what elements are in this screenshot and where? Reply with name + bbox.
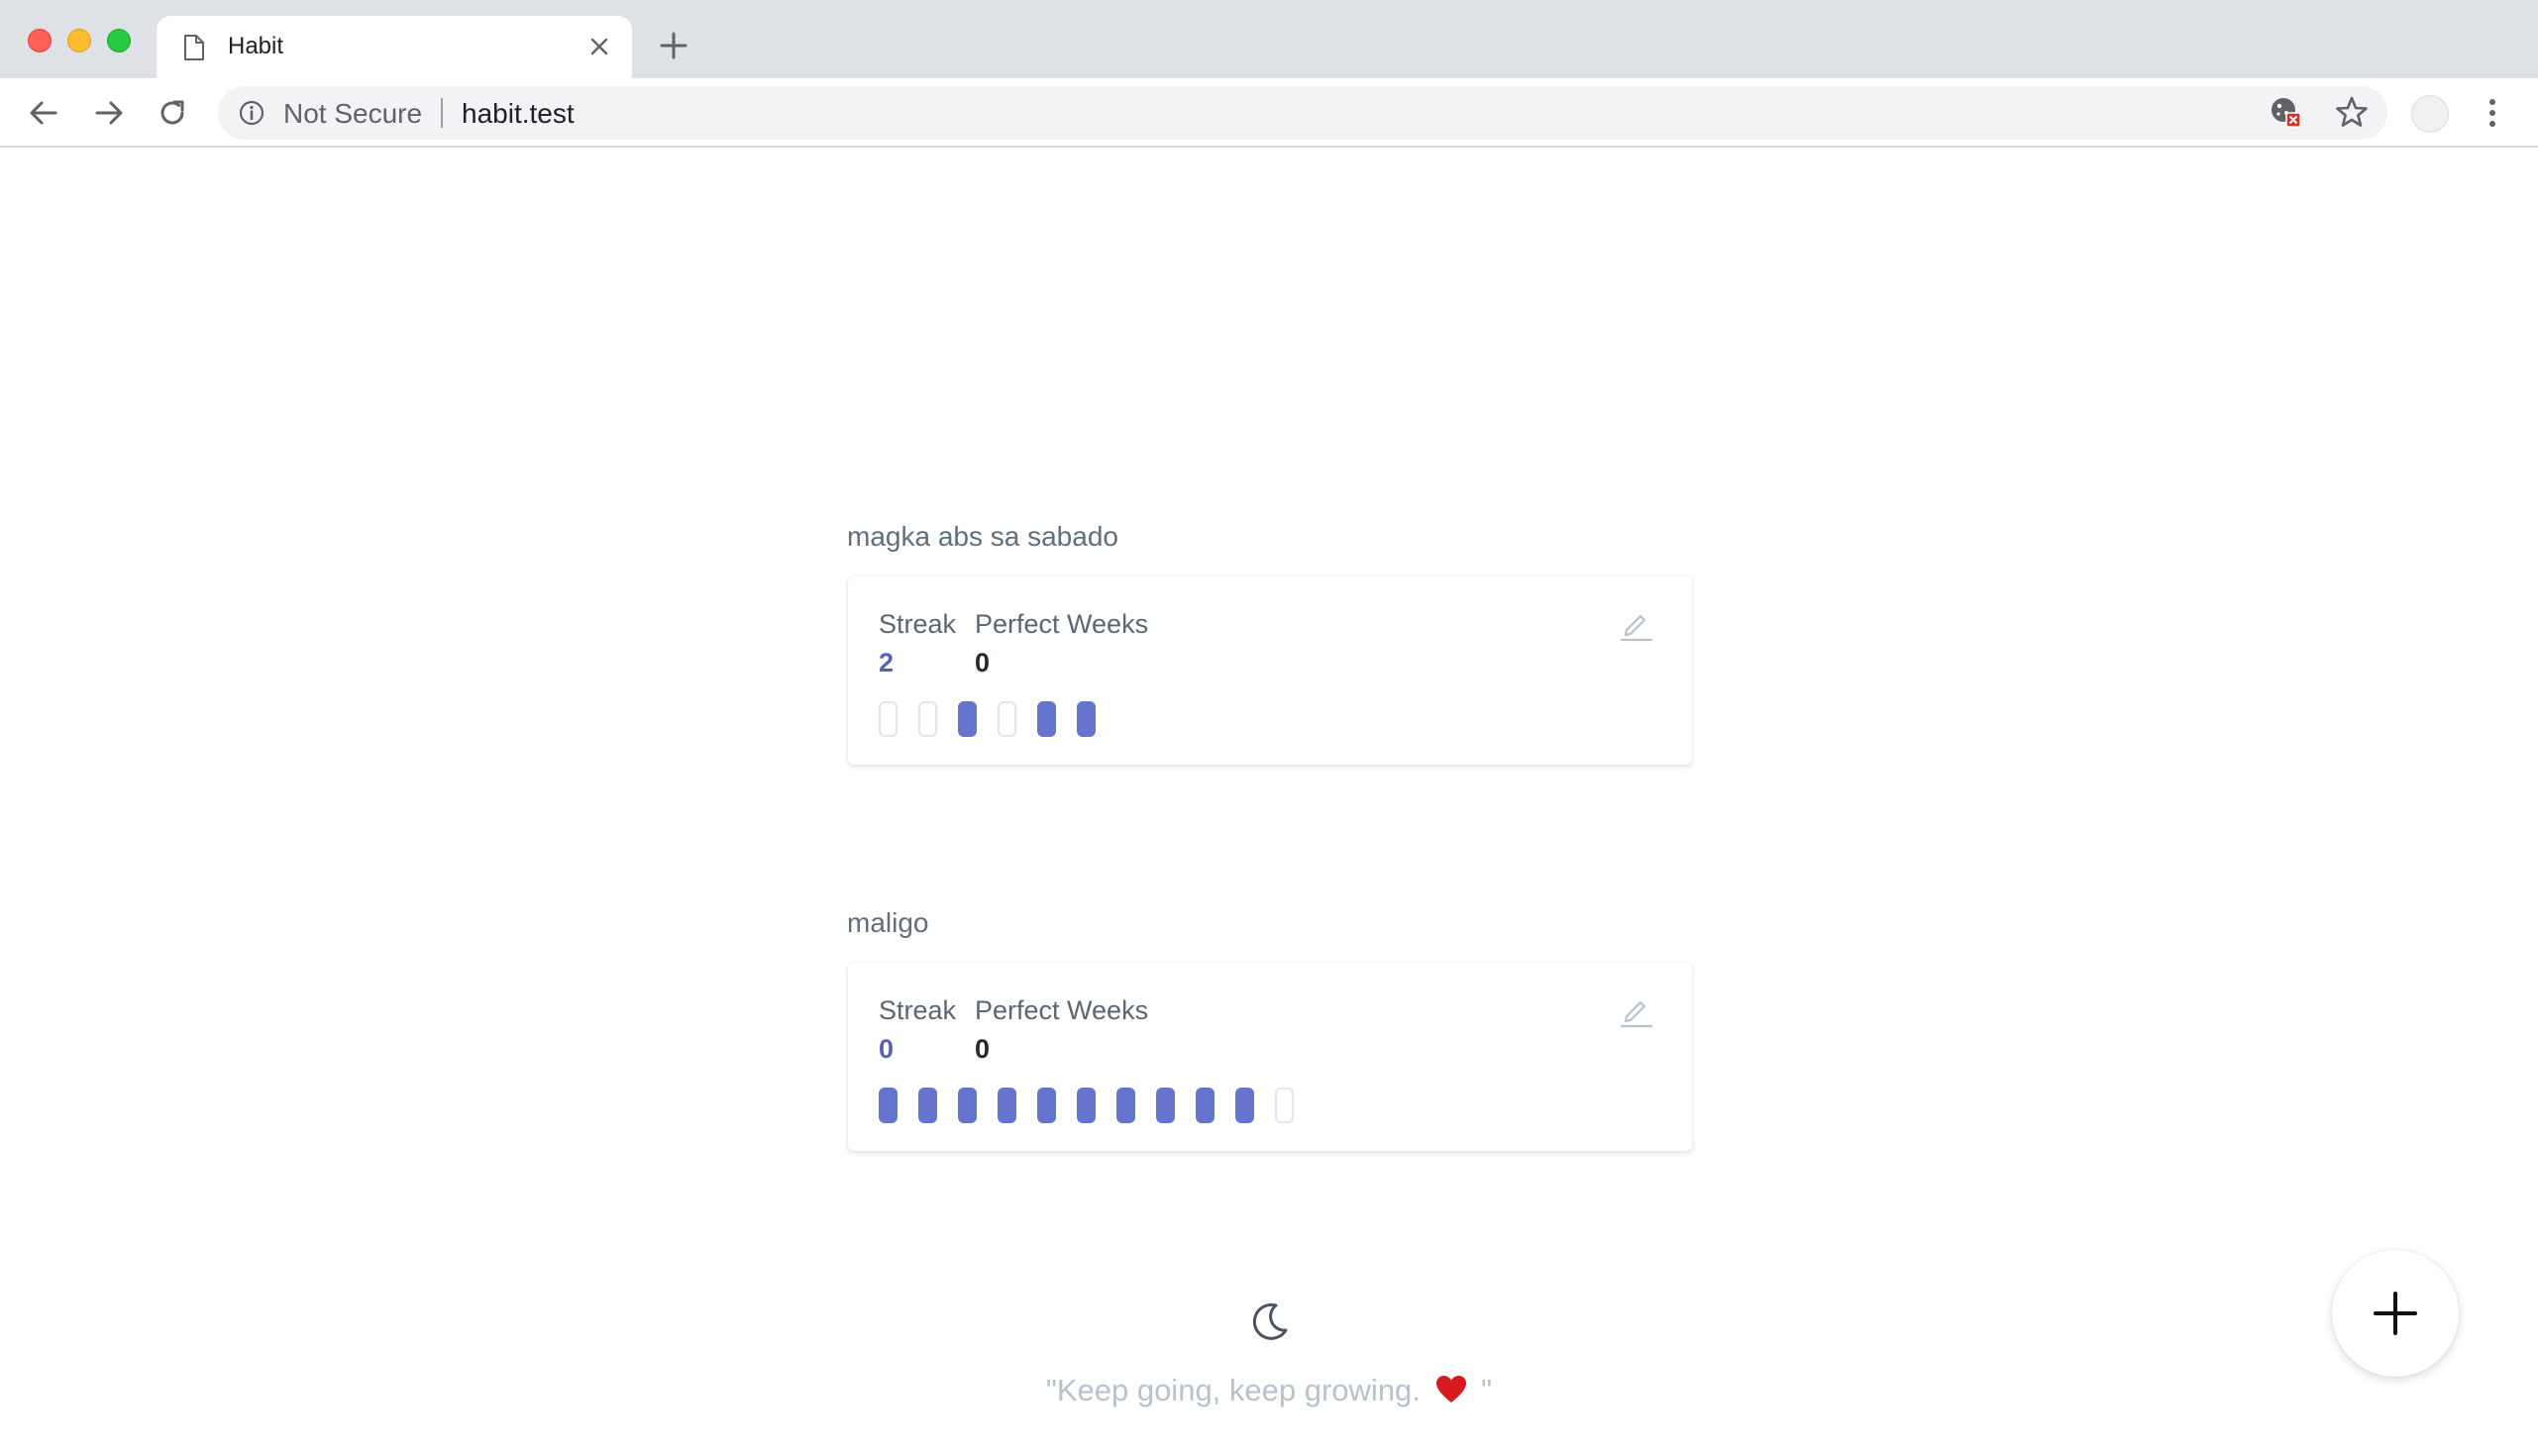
habit-card: Streak Perfect Weeks 2 0 (848, 576, 1692, 765)
day-marker[interactable] (998, 701, 1016, 737)
security-status-label[interactable]: Not Secure (283, 98, 422, 130)
quote-text: "Keep going, keep growing. (1045, 1373, 1421, 1407)
add-habit-button[interactable] (2332, 1250, 2459, 1377)
day-marker[interactable] (1037, 701, 1056, 737)
tab-title: Habit (228, 33, 284, 59)
heart-icon (1435, 1376, 1466, 1403)
streak-label: Streak (879, 995, 957, 1025)
day-marker[interactable] (1275, 1088, 1294, 1123)
streak-value: 0 (879, 1034, 895, 1064)
address-separator (441, 98, 443, 128)
url-text[interactable]: habit.test (462, 98, 575, 130)
perfect-weeks-value: 0 (975, 648, 991, 677)
moon-icon[interactable] (1246, 1300, 1292, 1345)
day-marker[interactable] (958, 1088, 977, 1123)
habit-card: Streak Perfect Weeks 0 0 (848, 963, 1692, 1151)
more-options-icon[interactable] (2481, 95, 2504, 131)
day-marker[interactable] (1037, 1088, 1056, 1123)
profile-avatar[interactable] (2411, 95, 2449, 133)
day-marker[interactable] (1116, 1088, 1135, 1123)
reload-icon[interactable] (155, 95, 190, 131)
day-marker[interactable] (958, 701, 977, 737)
browser-tab[interactable]: Habit (157, 16, 632, 78)
document-icon (184, 35, 204, 60)
quote-close: " (1481, 1373, 1493, 1407)
bookmark-star-icon[interactable] (2334, 94, 2370, 130)
motivational-quote: "Keep going, keep growing. " (0, 1373, 2538, 1408)
cookie-blocked-icon[interactable] (2269, 95, 2302, 129)
habit-title: maligo (847, 907, 929, 938)
browser-toolbar: Not Secure habit.test (0, 78, 2538, 148)
info-icon[interactable] (238, 99, 265, 127)
forward-arrow-icon[interactable] (91, 95, 127, 131)
perfect-weeks-label: Perfect Weeks (975, 609, 1149, 639)
address-bar[interactable]: Not Secure habit.test (218, 86, 2387, 140)
window-minimize-button[interactable] (67, 29, 91, 52)
day-marker[interactable] (1077, 1088, 1096, 1123)
close-icon[interactable] (584, 32, 614, 61)
day-marker[interactable] (918, 701, 937, 737)
day-marker[interactable] (879, 1088, 898, 1123)
plus-icon (2374, 1292, 2417, 1335)
pencil-icon[interactable] (1619, 992, 1654, 1028)
browser-tab-strip: Habit (0, 0, 2538, 78)
perfect-weeks-value: 0 (975, 1034, 991, 1064)
day-marker[interactable] (918, 1088, 937, 1123)
day-marker[interactable] (1235, 1088, 1254, 1123)
window-close-button[interactable] (28, 29, 52, 52)
day-marker[interactable] (1196, 1088, 1215, 1123)
day-marker[interactable] (1077, 701, 1096, 737)
pencil-icon[interactable] (1619, 606, 1654, 642)
habit-title: magka abs sa sabado (847, 521, 1118, 552)
window-zoom-button[interactable] (107, 29, 131, 52)
new-tab-plus-icon[interactable] (658, 30, 689, 61)
perfect-weeks-label: Perfect Weeks (975, 995, 1149, 1025)
day-marker[interactable] (1156, 1088, 1175, 1123)
streak-value: 2 (879, 648, 895, 677)
back-arrow-icon[interactable] (26, 95, 61, 131)
day-marker[interactable] (879, 701, 898, 737)
streak-label: Streak (879, 609, 957, 639)
day-marker[interactable] (998, 1088, 1016, 1123)
